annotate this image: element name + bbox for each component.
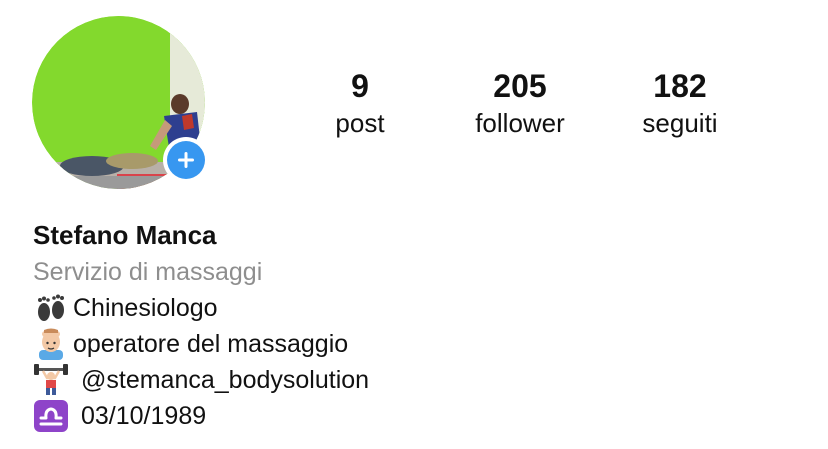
following-stat[interactable]: 182 seguiti: [600, 66, 760, 140]
profile-bio: Stefano Manca Servizio di massaggi Chine…: [33, 216, 793, 434]
profile-category: Servizio di massaggi: [33, 258, 263, 286]
followers-count: 205: [493, 68, 547, 104]
profile-name: Stefano Manca: [33, 220, 217, 250]
bio-line: @stemanca_bodysolution: [33, 362, 793, 398]
weightlifter-icon: [34, 364, 68, 395]
followers-label: follower: [475, 108, 565, 138]
profile-stats: 9 post 205 follower 182 seguiti: [280, 66, 760, 146]
following-label: seguiti: [642, 108, 718, 138]
posts-count: 9: [351, 68, 369, 104]
bio-line: operatore del massaggio: [33, 326, 793, 362]
bio-text: 03/10/1989: [81, 402, 207, 430]
bio-text: Chinesiologo: [73, 294, 218, 322]
plus-icon: [167, 141, 205, 179]
person-massage-icon: [39, 328, 63, 360]
add-story-button[interactable]: [163, 137, 209, 183]
bio-text: operatore del massaggio: [73, 330, 349, 358]
posts-stat[interactable]: 9 post: [280, 66, 440, 140]
followers-stat[interactable]: 205 follower: [440, 66, 600, 140]
posts-label: post: [335, 108, 385, 138]
footprints-icon: [38, 294, 64, 321]
bio-mention-link[interactable]: @stemanca_bodysolution: [81, 362, 369, 398]
libra-icon: [34, 400, 68, 432]
bio-line: Chinesiologo: [33, 290, 793, 326]
following-count: 182: [653, 68, 707, 104]
profile-avatar-container[interactable]: [32, 16, 209, 189]
bio-line: 03/10/1989: [33, 398, 793, 434]
